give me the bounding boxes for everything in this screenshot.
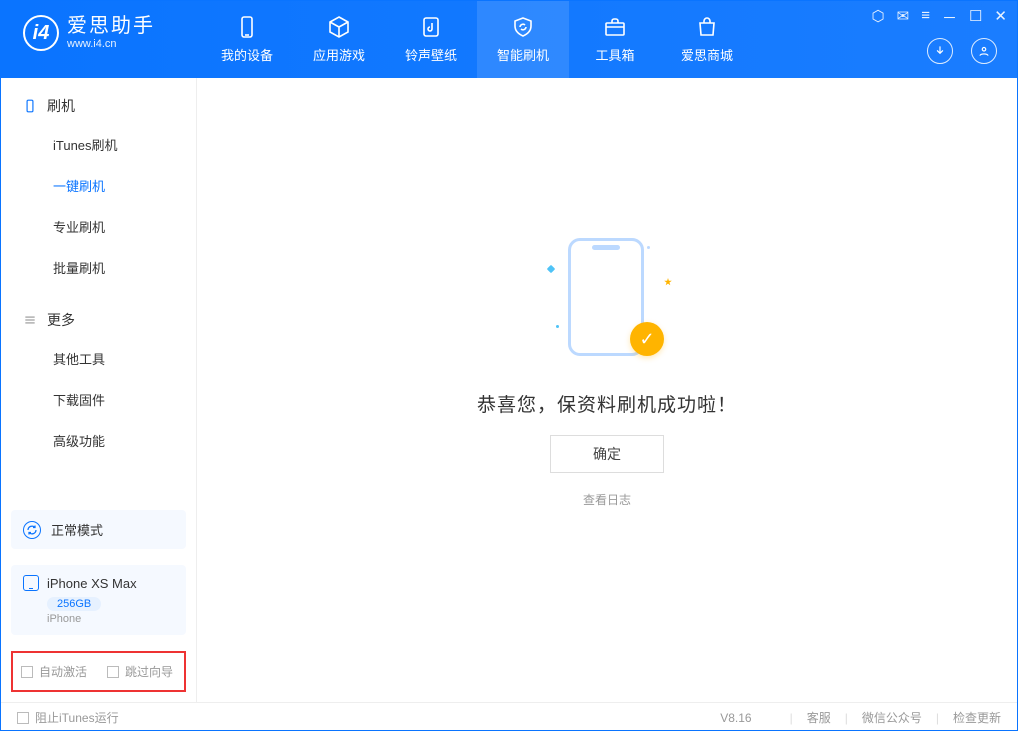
device-card[interactable]: iPhone XS Max 256GB iPhone bbox=[11, 565, 186, 635]
checkbox-label: 阻止iTunes运行 bbox=[35, 709, 119, 726]
app-logo: i4 爱思助手 www.i4.cn bbox=[1, 1, 201, 51]
cube-icon bbox=[327, 15, 351, 39]
user-icon bbox=[977, 44, 991, 58]
status-bar: 阻止iTunes运行 V8.16 | 客服 | 微信公众号 | 检查更新 bbox=[1, 702, 1017, 732]
success-message: 恭喜您，保资料刷机成功啦！ bbox=[477, 390, 737, 417]
sidebar-item-pro[interactable]: 专业刷机 bbox=[1, 206, 196, 247]
checkbox-auto-activate[interactable]: 自动激活 bbox=[21, 663, 87, 680]
tab-toolbox[interactable]: 工具箱 bbox=[569, 1, 661, 78]
sidebar-item-one-click[interactable]: 一键刷机 bbox=[1, 165, 196, 206]
menu-icon[interactable]: ≡ bbox=[921, 7, 930, 28]
tab-label: 工具箱 bbox=[595, 45, 634, 64]
phone-icon bbox=[23, 99, 37, 113]
download-button[interactable] bbox=[927, 38, 953, 64]
list-icon bbox=[23, 313, 37, 327]
sidebar: 刷机 iTunes刷机 一键刷机 专业刷机 批量刷机 更多 其他工具 下载固件 … bbox=[1, 78, 197, 702]
separator: | bbox=[936, 711, 939, 725]
app-header: i4 爱思助手 www.i4.cn 我的设备 应用游戏 铃声壁纸 智能刷机 工具… bbox=[1, 1, 1017, 78]
sidebar-item-itunes[interactable]: iTunes刷机 bbox=[1, 124, 196, 165]
section-label: 更多 bbox=[47, 310, 75, 330]
checkbox-label: 跳过向导 bbox=[125, 663, 173, 680]
app-subtitle: www.i4.cn bbox=[67, 38, 155, 50]
minimize-button[interactable]: － bbox=[942, 7, 957, 28]
flash-options-highlight: 自动激活 跳过向导 bbox=[11, 651, 186, 692]
mode-icon bbox=[23, 521, 41, 539]
success-illustration: ✓ bbox=[532, 232, 682, 372]
tab-label: 智能刷机 bbox=[497, 45, 549, 64]
check-update-link[interactable]: 检查更新 bbox=[953, 709, 1001, 726]
version-label: V8.16 bbox=[720, 711, 751, 725]
account-button[interactable] bbox=[971, 38, 997, 64]
separator: | bbox=[790, 711, 793, 725]
maximize-button[interactable]: ☐ bbox=[969, 7, 982, 28]
header-actions bbox=[927, 38, 997, 64]
sync-icon bbox=[26, 524, 38, 536]
section-label: 刷机 bbox=[47, 96, 75, 116]
checkbox-block-itunes[interactable]: 阻止iTunes运行 bbox=[17, 709, 119, 726]
refresh-shield-icon bbox=[511, 15, 535, 39]
app-title: 爱思助手 bbox=[67, 16, 155, 36]
device-icon bbox=[235, 15, 259, 39]
sidebar-item-other-tools[interactable]: 其他工具 bbox=[1, 338, 196, 379]
support-link[interactable]: 客服 bbox=[807, 709, 831, 726]
device-mode: 正常模式 bbox=[51, 520, 103, 539]
device-mode-card[interactable]: 正常模式 bbox=[11, 510, 186, 549]
tab-store[interactable]: 爱思商城 bbox=[661, 1, 753, 78]
view-log-link[interactable]: 查看日志 bbox=[583, 491, 631, 508]
main-content: ✓ 恭喜您，保资料刷机成功啦！ 确定 查看日志 bbox=[197, 78, 1017, 702]
device-type: iPhone bbox=[47, 613, 174, 625]
sidebar-section-more: 更多 bbox=[1, 310, 196, 338]
sidebar-item-batch[interactable]: 批量刷机 bbox=[1, 247, 196, 288]
checkbox-icon bbox=[17, 712, 29, 724]
tab-label: 我的设备 bbox=[221, 45, 273, 64]
tab-label: 铃声壁纸 bbox=[405, 45, 457, 64]
tab-ringtones[interactable]: 铃声壁纸 bbox=[385, 1, 477, 78]
device-name: iPhone XS Max bbox=[47, 576, 137, 591]
bag-icon bbox=[695, 15, 719, 39]
close-button[interactable]: ✕ bbox=[994, 7, 1007, 28]
tab-label: 应用游戏 bbox=[313, 45, 365, 64]
wechat-link[interactable]: 微信公众号 bbox=[862, 709, 922, 726]
tab-my-device[interactable]: 我的设备 bbox=[201, 1, 293, 78]
skin-icon[interactable]: ⬡ bbox=[872, 7, 885, 28]
sidebar-item-advanced[interactable]: 高级功能 bbox=[1, 420, 196, 461]
top-tabs: 我的设备 应用游戏 铃声壁纸 智能刷机 工具箱 爱思商城 bbox=[201, 1, 753, 78]
feedback-icon[interactable]: ✉ bbox=[897, 7, 910, 28]
checkmark-badge-icon: ✓ bbox=[630, 322, 664, 356]
dot-icon bbox=[556, 325, 559, 328]
sparkle-icon bbox=[547, 265, 555, 273]
toolbox-icon bbox=[603, 15, 627, 39]
window-controls: ⬡ ✉ ≡ － ☐ ✕ bbox=[872, 7, 1008, 28]
tab-flash[interactable]: 智能刷机 bbox=[477, 1, 569, 78]
checkbox-icon bbox=[21, 666, 33, 678]
logo-icon: i4 bbox=[23, 15, 59, 51]
checkbox-icon bbox=[107, 666, 119, 678]
ok-button[interactable]: 确定 bbox=[550, 435, 664, 473]
sidebar-section-flash: 刷机 bbox=[1, 96, 196, 124]
tab-apps[interactable]: 应用游戏 bbox=[293, 1, 385, 78]
device-capacity: 256GB bbox=[47, 597, 101, 611]
checkbox-skip-guide[interactable]: 跳过向导 bbox=[107, 663, 173, 680]
phone-icon bbox=[23, 575, 39, 591]
music-file-icon bbox=[419, 15, 443, 39]
tab-label: 爱思商城 bbox=[681, 45, 733, 64]
star-icon bbox=[664, 278, 672, 286]
dot-icon bbox=[647, 246, 650, 249]
separator: | bbox=[845, 711, 848, 725]
download-icon bbox=[933, 44, 947, 58]
checkbox-label: 自动激活 bbox=[39, 663, 87, 680]
sidebar-item-download-fw[interactable]: 下载固件 bbox=[1, 379, 196, 420]
